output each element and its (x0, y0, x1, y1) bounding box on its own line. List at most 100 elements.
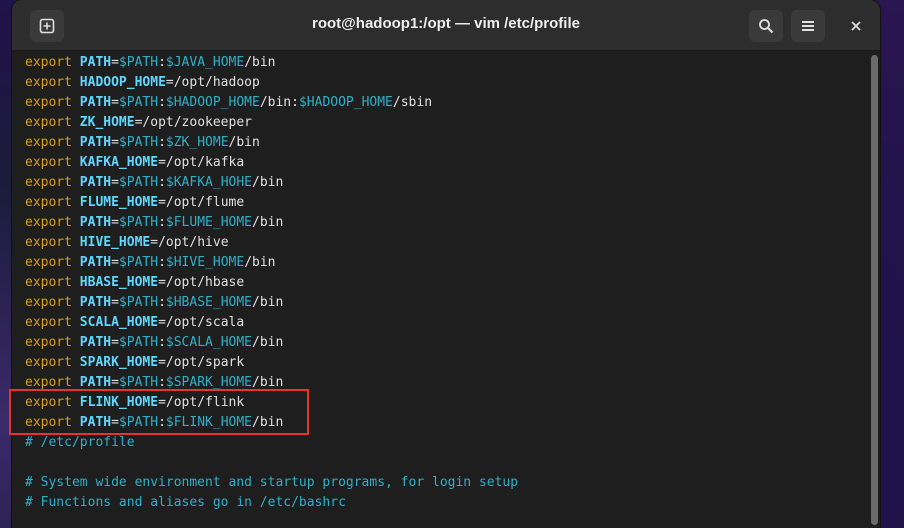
terminal-line: export KAFKA_HOME=/opt/kafka (25, 153, 868, 173)
token-plain: = (111, 255, 119, 270)
terminal-line: export SPARK_HOME=/opt/spark (25, 353, 868, 373)
close-button[interactable] (839, 10, 873, 42)
token-plain: /bin (228, 135, 260, 150)
token-plain: =/opt/zookeeper (134, 115, 252, 130)
terminal-line: export HBASE_HOME=/opt/hbase (25, 273, 868, 293)
token-var: ZK_HOME (79, 115, 135, 130)
token-ref: $HADOOP_HOME (298, 95, 393, 110)
token-kw: export (25, 375, 72, 390)
token-plain: =/opt/hive (150, 235, 229, 250)
terminal-line: export SCALA_HOME=/opt/scala (25, 313, 868, 333)
token-plain: /bin (252, 375, 284, 390)
token-plain: : (158, 55, 166, 70)
token-plain: = (111, 215, 119, 230)
title-bar: root@hadoop1:/opt — vim /etc/profile (12, 0, 880, 51)
token-kw: export (25, 115, 72, 130)
token-plain: : (158, 95, 166, 110)
token-var: PATH (79, 375, 112, 390)
token-kw: export (25, 175, 72, 190)
token-kw: export (25, 255, 72, 270)
terminal-line: export PATH=$PATH:$FLUME_HOME/bin (25, 213, 868, 233)
token-var: SCALA_HOME (79, 315, 159, 330)
token-var: PATH (79, 415, 112, 430)
token-kw: export (25, 215, 72, 230)
token-var: HADOOP_HOME (79, 75, 166, 90)
token-plain: /bin (252, 335, 284, 350)
token-comment: # Functions and aliases go in /etc/bashr… (25, 495, 346, 510)
terminal-content[interactable]: export PATH=$PATH:$JAVA_HOME/bin export H… (12, 51, 868, 528)
terminal-line: export PATH=$PATH:$SCALA_HOME/bin (25, 333, 868, 353)
token-var: PATH (79, 175, 112, 190)
token-var: PATH (79, 295, 112, 310)
token-plain: =/opt/scala (158, 315, 245, 330)
token-ref: $FLUME_HOME (165, 215, 252, 230)
terminal-line: export PATH=$PATH:$ZK_HOME/bin (25, 133, 868, 153)
token-plain: /sbin (392, 95, 433, 110)
token-var: PATH (79, 95, 112, 110)
scrollbar[interactable] (868, 51, 880, 528)
token-plain: /bin (252, 175, 284, 190)
token-plain: /bin (244, 55, 276, 70)
token-plain: : (158, 375, 166, 390)
token-ref: $HIVE_HOME (165, 255, 245, 270)
token-plain: : (158, 415, 166, 430)
token-plain: =/opt/flink (158, 395, 245, 410)
token-var: PATH (79, 335, 112, 350)
terminal-line: export PATH=$PATH:$JAVA_HOME/bin (25, 53, 868, 73)
terminal-window: root@hadoop1:/opt — vim /etc/profile exp… (12, 0, 880, 528)
token-kw: export (25, 335, 72, 350)
token-plain: : (158, 255, 166, 270)
token-plain: = (111, 415, 119, 430)
token-plain: : (158, 295, 166, 310)
token-var: SPARK_HOME (79, 355, 159, 370)
token-plain: /bin (252, 215, 284, 230)
terminal-line: export FLINK_HOME=/opt/flink (25, 393, 868, 413)
token-ref: $PATH (118, 295, 159, 310)
search-button[interactable] (749, 10, 783, 42)
token-ref: $KAFKA_HOHE (165, 175, 252, 190)
token-ref: $PATH (118, 255, 159, 270)
terminal-line: export ZK_HOME=/opt/zookeeper (25, 113, 868, 133)
token-kw: export (25, 135, 72, 150)
token-plain: = (111, 135, 119, 150)
terminal-line: export PATH=$PATH:$SPARK_HOME/bin (25, 373, 868, 393)
token-plain: /bin (252, 295, 284, 310)
token-kw: export (25, 355, 72, 370)
menu-button[interactable] (791, 10, 825, 42)
token-plain: = (111, 295, 119, 310)
terminal-line: # /etc/profile (25, 433, 868, 453)
token-var: PATH (79, 255, 112, 270)
token-ref: $PATH (118, 335, 159, 350)
token-ref: $PATH (118, 375, 159, 390)
terminal-line: export PATH=$PATH:$KAFKA_HOHE/bin (25, 173, 868, 193)
token-plain: =/opt/hbase (158, 275, 245, 290)
token-ref: $HBASE_HOME (165, 295, 252, 310)
token-plain: = (111, 375, 119, 390)
terminal-line: export FLUME_HOME=/opt/flume (25, 193, 868, 213)
token-ref: $JAVA_HOME (165, 55, 245, 70)
token-ref: $PATH (118, 95, 159, 110)
terminal-line: export PATH=$PATH:$HBASE_HOME/bin (25, 293, 868, 313)
token-ref: $PATH (118, 415, 159, 430)
token-ref: $FLINK_HOME (165, 415, 252, 430)
token-var: FLINK_HOME (79, 395, 159, 410)
close-icon (850, 20, 862, 32)
token-plain: =/opt/flume (158, 195, 245, 210)
terminal-line: # System wide environment and startup pr… (25, 473, 868, 493)
token-plain: =/opt/hadoop (165, 75, 260, 90)
scrollbar-thumb[interactable] (871, 55, 878, 525)
token-var: PATH (79, 55, 112, 70)
terminal-line: export HADOOP_HOME=/opt/hadoop (25, 73, 868, 93)
search-icon (758, 18, 774, 34)
